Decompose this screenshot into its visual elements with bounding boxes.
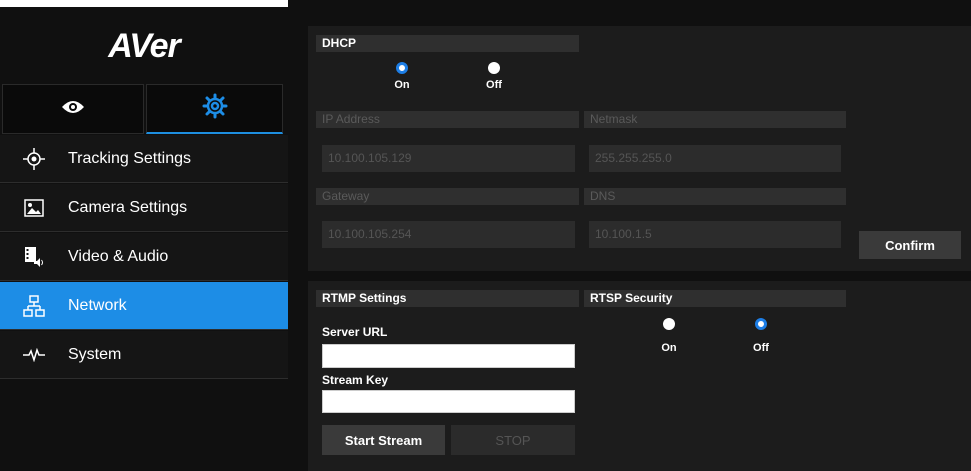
sidebar-item-video-audio[interactable]: Video & Audio [0, 233, 288, 281]
sidebar-item-label: Video & Audio [68, 247, 169, 265]
sidebar-item-system[interactable]: System [0, 331, 288, 379]
aver-logo: AVer [0, 7, 288, 83]
dhcp-on-radio[interactable] [396, 62, 408, 74]
ip-address-label: IP Address [316, 111, 579, 128]
sidebar-item-label: System [68, 345, 122, 363]
sidebar-item-label: Camera Settings [68, 198, 188, 216]
gear-icon [202, 93, 228, 124]
gateway-label: Gateway [316, 188, 579, 205]
server-url-label: Server URL [322, 325, 388, 339]
dhcp-off-radio[interactable] [488, 62, 500, 74]
rtsp-options [584, 307, 846, 362]
dns-field[interactable]: 10.100.1.5 [589, 221, 841, 248]
crosshair-icon [0, 147, 68, 170]
rtmp-header: RTMP Settings [316, 290, 579, 307]
stop-button[interactable]: STOP [451, 425, 575, 455]
eye-icon [61, 99, 85, 120]
sidebar-item-label: Tracking Settings [68, 149, 192, 167]
rtsp-off-label: Off [753, 342, 769, 354]
tab-settings[interactable] [146, 84, 283, 134]
sidebar-item-network[interactable]: Network [0, 282, 288, 330]
start-stream-button[interactable]: Start Stream [322, 425, 445, 455]
pulse-icon [0, 347, 68, 362]
confirm-button[interactable]: Confirm [859, 231, 961, 259]
stream-key-input[interactable] [322, 390, 575, 413]
rtsp-on-radio[interactable] [663, 318, 675, 330]
rtsp-off-radio[interactable] [755, 318, 767, 330]
server-url-input[interactable] [322, 344, 575, 368]
dhcp-off-label: Off [486, 79, 502, 91]
tab-view[interactable] [2, 84, 144, 134]
dns-label: DNS [584, 188, 846, 205]
netmask-label: Netmask [584, 111, 846, 128]
image-icon [0, 198, 68, 217]
sidebar-item-label: Network [68, 296, 127, 314]
ip-address-field[interactable]: 10.100.105.129 [322, 145, 575, 172]
rtsp-header: RTSP Security [584, 290, 846, 307]
film-audio-icon [0, 246, 68, 268]
netmask-field[interactable]: 255.255.255.0 [589, 145, 841, 172]
network-icon [0, 294, 68, 317]
dhcp-on-label: On [394, 79, 410, 91]
sidebar-item-camera-settings[interactable]: Camera Settings [0, 184, 288, 232]
dhcp-options [316, 52, 579, 98]
dhcp-header: DHCP [316, 35, 579, 52]
gateway-field[interactable]: 10.100.105.254 [322, 221, 575, 248]
sidebar-item-tracking-settings[interactable]: Tracking Settings [0, 135, 288, 183]
rtsp-on-label: On [661, 342, 677, 354]
stream-key-label: Stream Key [322, 373, 389, 387]
